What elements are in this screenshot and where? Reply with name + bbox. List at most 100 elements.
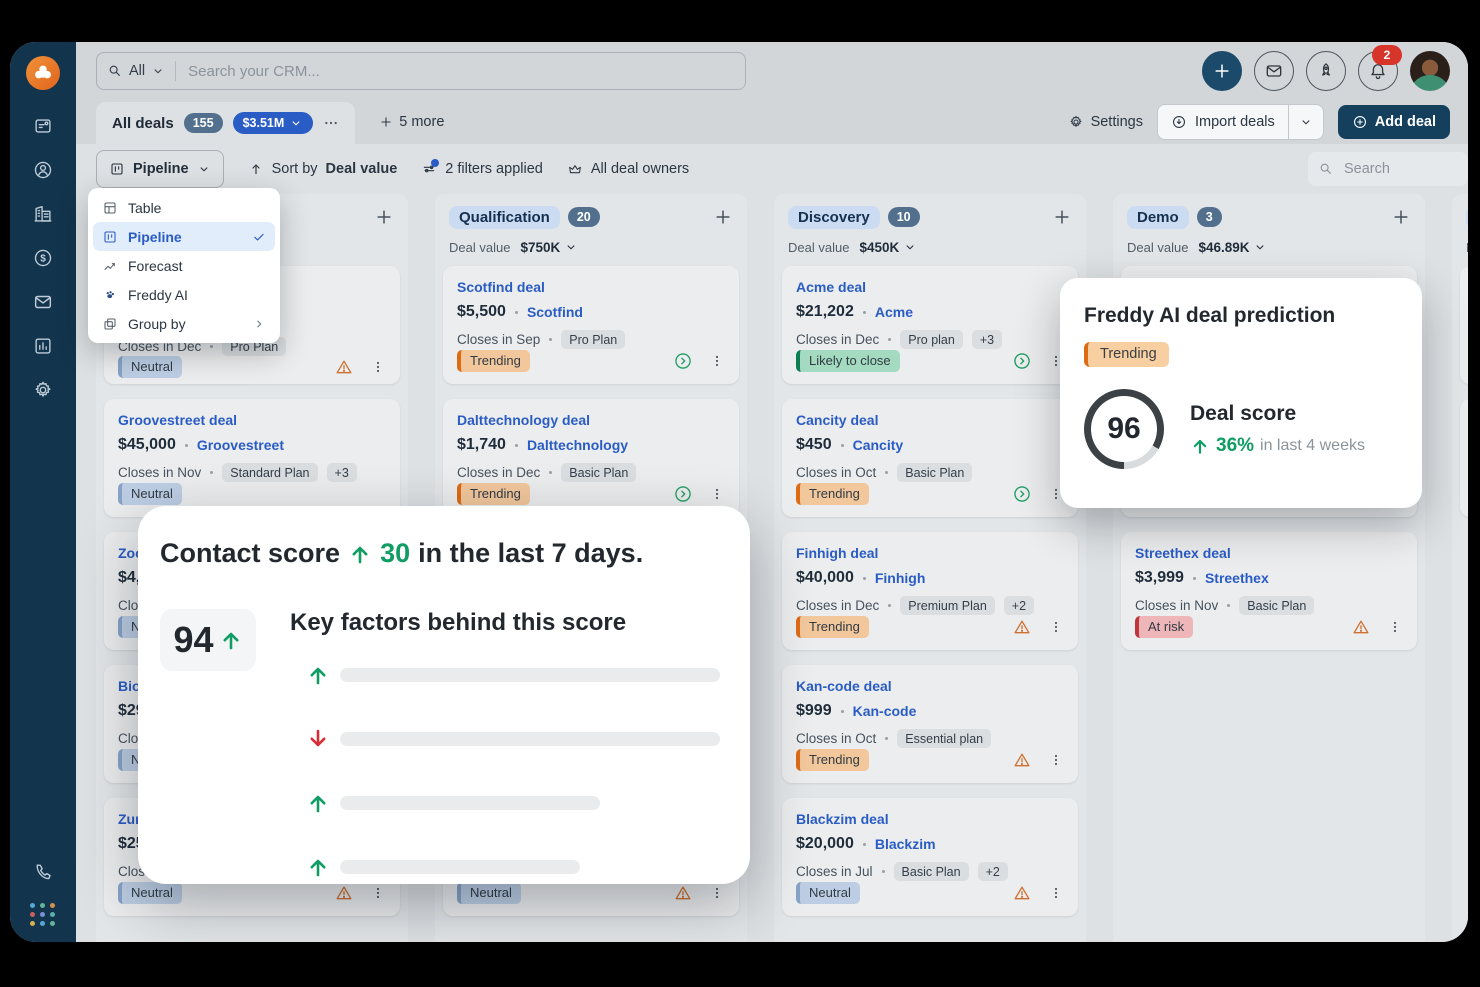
- deal-owners-button[interactable]: All deal owners: [567, 161, 689, 177]
- sidebar-item-accounts[interactable]: [31, 202, 55, 225]
- deal-title[interactable]: Streethex deal: [1135, 545, 1403, 561]
- tab-all-deals[interactable]: All deals 155 $3.51M: [96, 102, 356, 144]
- tab-more-options-button[interactable]: [323, 115, 339, 131]
- sidebar-item-email[interactable]: [31, 290, 55, 313]
- stage-total-value[interactable]: $450K: [859, 240, 917, 255]
- deal-title[interactable]: Finhigh deal: [796, 545, 1064, 561]
- kebab-menu-icon[interactable]: [370, 885, 386, 901]
- stage-name[interactable]: Negotiation: [1466, 205, 1468, 229]
- email-button[interactable]: [1254, 51, 1294, 91]
- quick-add-button[interactable]: [1202, 51, 1242, 91]
- sidebar-item-contacts[interactable]: [31, 158, 55, 181]
- add-deal-button[interactable]: Add deal: [1337, 105, 1450, 139]
- deal-card[interactable]: Groovestreet deal $45,000 Groovestreet Cl…: [104, 399, 400, 517]
- menu-item-pipeline[interactable]: Pipeline: [93, 222, 275, 251]
- settings-label: Settings: [1090, 114, 1143, 130]
- sidebar-item-deals[interactable]: [31, 246, 55, 269]
- advance-stage-icon[interactable]: [1012, 351, 1032, 371]
- import-deals-dropdown[interactable]: [1287, 105, 1323, 139]
- kebab-menu-icon[interactable]: [1048, 752, 1064, 768]
- stage-total-value[interactable]: $750K: [520, 240, 578, 255]
- deal-card[interactable]: Finhigh deal $40,000 Finhigh Closes in De…: [782, 532, 1078, 650]
- kebab-menu-icon[interactable]: [1387, 619, 1403, 635]
- kebab-menu-icon[interactable]: [370, 359, 386, 375]
- deal-count-badge: 155: [183, 113, 223, 133]
- deal-card[interactable]: olding de ,000 s in Oct Gone cold: [1460, 399, 1468, 517]
- account-link[interactable]: Streethex: [1205, 570, 1269, 586]
- account-link[interactable]: Finhigh: [875, 570, 926, 586]
- menu-item-group-by[interactable]: Group by: [93, 309, 275, 338]
- account-link[interactable]: Blackzim: [875, 836, 936, 852]
- add-deal-to-stage-button[interactable]: [1052, 207, 1072, 227]
- filters-button[interactable]: 2 filters applied: [421, 159, 543, 177]
- notifications-button[interactable]: 2: [1358, 45, 1402, 91]
- kanban-icon: [111, 163, 123, 175]
- deal-title[interactable]: Cancity deal: [796, 412, 1064, 428]
- user-avatar[interactable]: [1410, 51, 1450, 91]
- account-link[interactable]: Dalttechnology: [527, 437, 628, 453]
- deal-card[interactable]: Acme deal $21,202 Acme Closes in Dec Pro p…: [782, 266, 1078, 384]
- search-scope-selector[interactable]: All: [97, 63, 175, 79]
- deal-card[interactable]: Dalttechnology deal $1,740 Dalttechnology…: [443, 399, 739, 517]
- deal-title[interactable]: Kan-code deal: [796, 678, 1064, 694]
- advance-stage-icon[interactable]: [673, 484, 693, 504]
- advance-stage-icon[interactable]: [673, 351, 693, 371]
- deal-card[interactable]: Cancity deal $450 Cancity Closes in Oct Ba…: [782, 399, 1078, 517]
- sort-button[interactable]: Sort by Deal value: [248, 161, 397, 177]
- kebab-menu-icon[interactable]: [1048, 885, 1064, 901]
- add-deal-to-stage-button[interactable]: [713, 207, 733, 227]
- whats-new-button[interactable]: [1306, 51, 1346, 91]
- stage-name[interactable]: Qualification: [449, 205, 560, 229]
- global-search-input[interactable]: [176, 62, 745, 80]
- stage-total-value[interactable]: $46.89K: [1198, 240, 1267, 255]
- total-value-pill[interactable]: $3.51M: [232, 112, 314, 134]
- deal-card[interactable]: hatfix de ,000 s in Oct y to clos: [1460, 266, 1468, 384]
- menu-item-table[interactable]: Table: [93, 193, 275, 222]
- phone-icon[interactable]: [31, 860, 55, 883]
- deal-title[interactable]: Acme deal: [796, 279, 1064, 295]
- menu-item-freddy-ai[interactable]: Freddy AI: [93, 280, 275, 309]
- sidebar-item-analytics[interactable]: [31, 334, 55, 357]
- apps-grid-icon[interactable]: [30, 903, 56, 926]
- account-link[interactable]: Scotfind: [527, 304, 583, 320]
- deal-card[interactable]: Scotfind deal $5,500 Scotfind Closes in S…: [443, 266, 739, 384]
- plus-icon: [381, 117, 391, 127]
- board-search-input[interactable]: [1342, 160, 1436, 178]
- kebab-menu-icon[interactable]: [709, 885, 725, 901]
- key-factors-heading: Key factors behind this score: [290, 609, 627, 636]
- deal-card[interactable]: Streethex deal $3,999 Streethex Closes in…: [1121, 532, 1417, 650]
- contact-score-value: 94: [160, 609, 256, 671]
- deal-title[interactable]: Dalttechnology deal: [457, 412, 725, 428]
- add-deal-to-stage-button[interactable]: [1391, 207, 1411, 227]
- stage-name[interactable]: Demo: [1127, 205, 1189, 229]
- kebab-menu-icon[interactable]: [709, 353, 725, 369]
- global-search[interactable]: All: [96, 52, 746, 90]
- stage-name[interactable]: Discovery: [788, 205, 880, 229]
- advance-stage-icon[interactable]: [1012, 484, 1032, 504]
- account-link[interactable]: Acme: [875, 304, 913, 320]
- account-link[interactable]: Cancity: [853, 437, 904, 453]
- import-deals-button[interactable]: Import deals: [1156, 104, 1324, 140]
- account-link[interactable]: Kan-code: [853, 703, 917, 719]
- account-link[interactable]: Groovestreet: [197, 437, 284, 453]
- kebab-menu-icon[interactable]: [1048, 619, 1064, 635]
- deal-card[interactable]: Blackzim deal $20,000 Blackzim Closes in …: [782, 798, 1078, 916]
- menu-item-forecast[interactable]: Forecast: [93, 251, 275, 280]
- deal-title[interactable]: Scotfind deal: [457, 279, 725, 295]
- ellipsis-icon: [325, 121, 338, 125]
- board-search[interactable]: [1308, 152, 1468, 186]
- deal-title[interactable]: Groovestreet deal: [118, 412, 386, 428]
- kebab-menu-icon[interactable]: [709, 486, 725, 502]
- settings-button[interactable]: Settings: [1068, 114, 1143, 130]
- deal-card[interactable]: Kan-code deal $999 Kan-code Closes in Oct…: [782, 665, 1078, 783]
- sidebar-item-settings[interactable]: [31, 378, 55, 401]
- add-deal-to-stage-button[interactable]: [374, 207, 394, 227]
- view-switcher-button[interactable]: Pipeline: [96, 150, 224, 188]
- import-deals-main[interactable]: Import deals: [1158, 105, 1288, 139]
- more-views-button[interactable]: 5 more: [379, 114, 444, 130]
- status-badge: Trending: [796, 749, 869, 771]
- freshworks-logo-icon[interactable]: [26, 56, 60, 90]
- sidebar-item-activities[interactable]: [31, 114, 55, 137]
- plan-chip: Pro plan: [900, 330, 963, 349]
- deal-title[interactable]: Blackzim deal: [796, 811, 1064, 827]
